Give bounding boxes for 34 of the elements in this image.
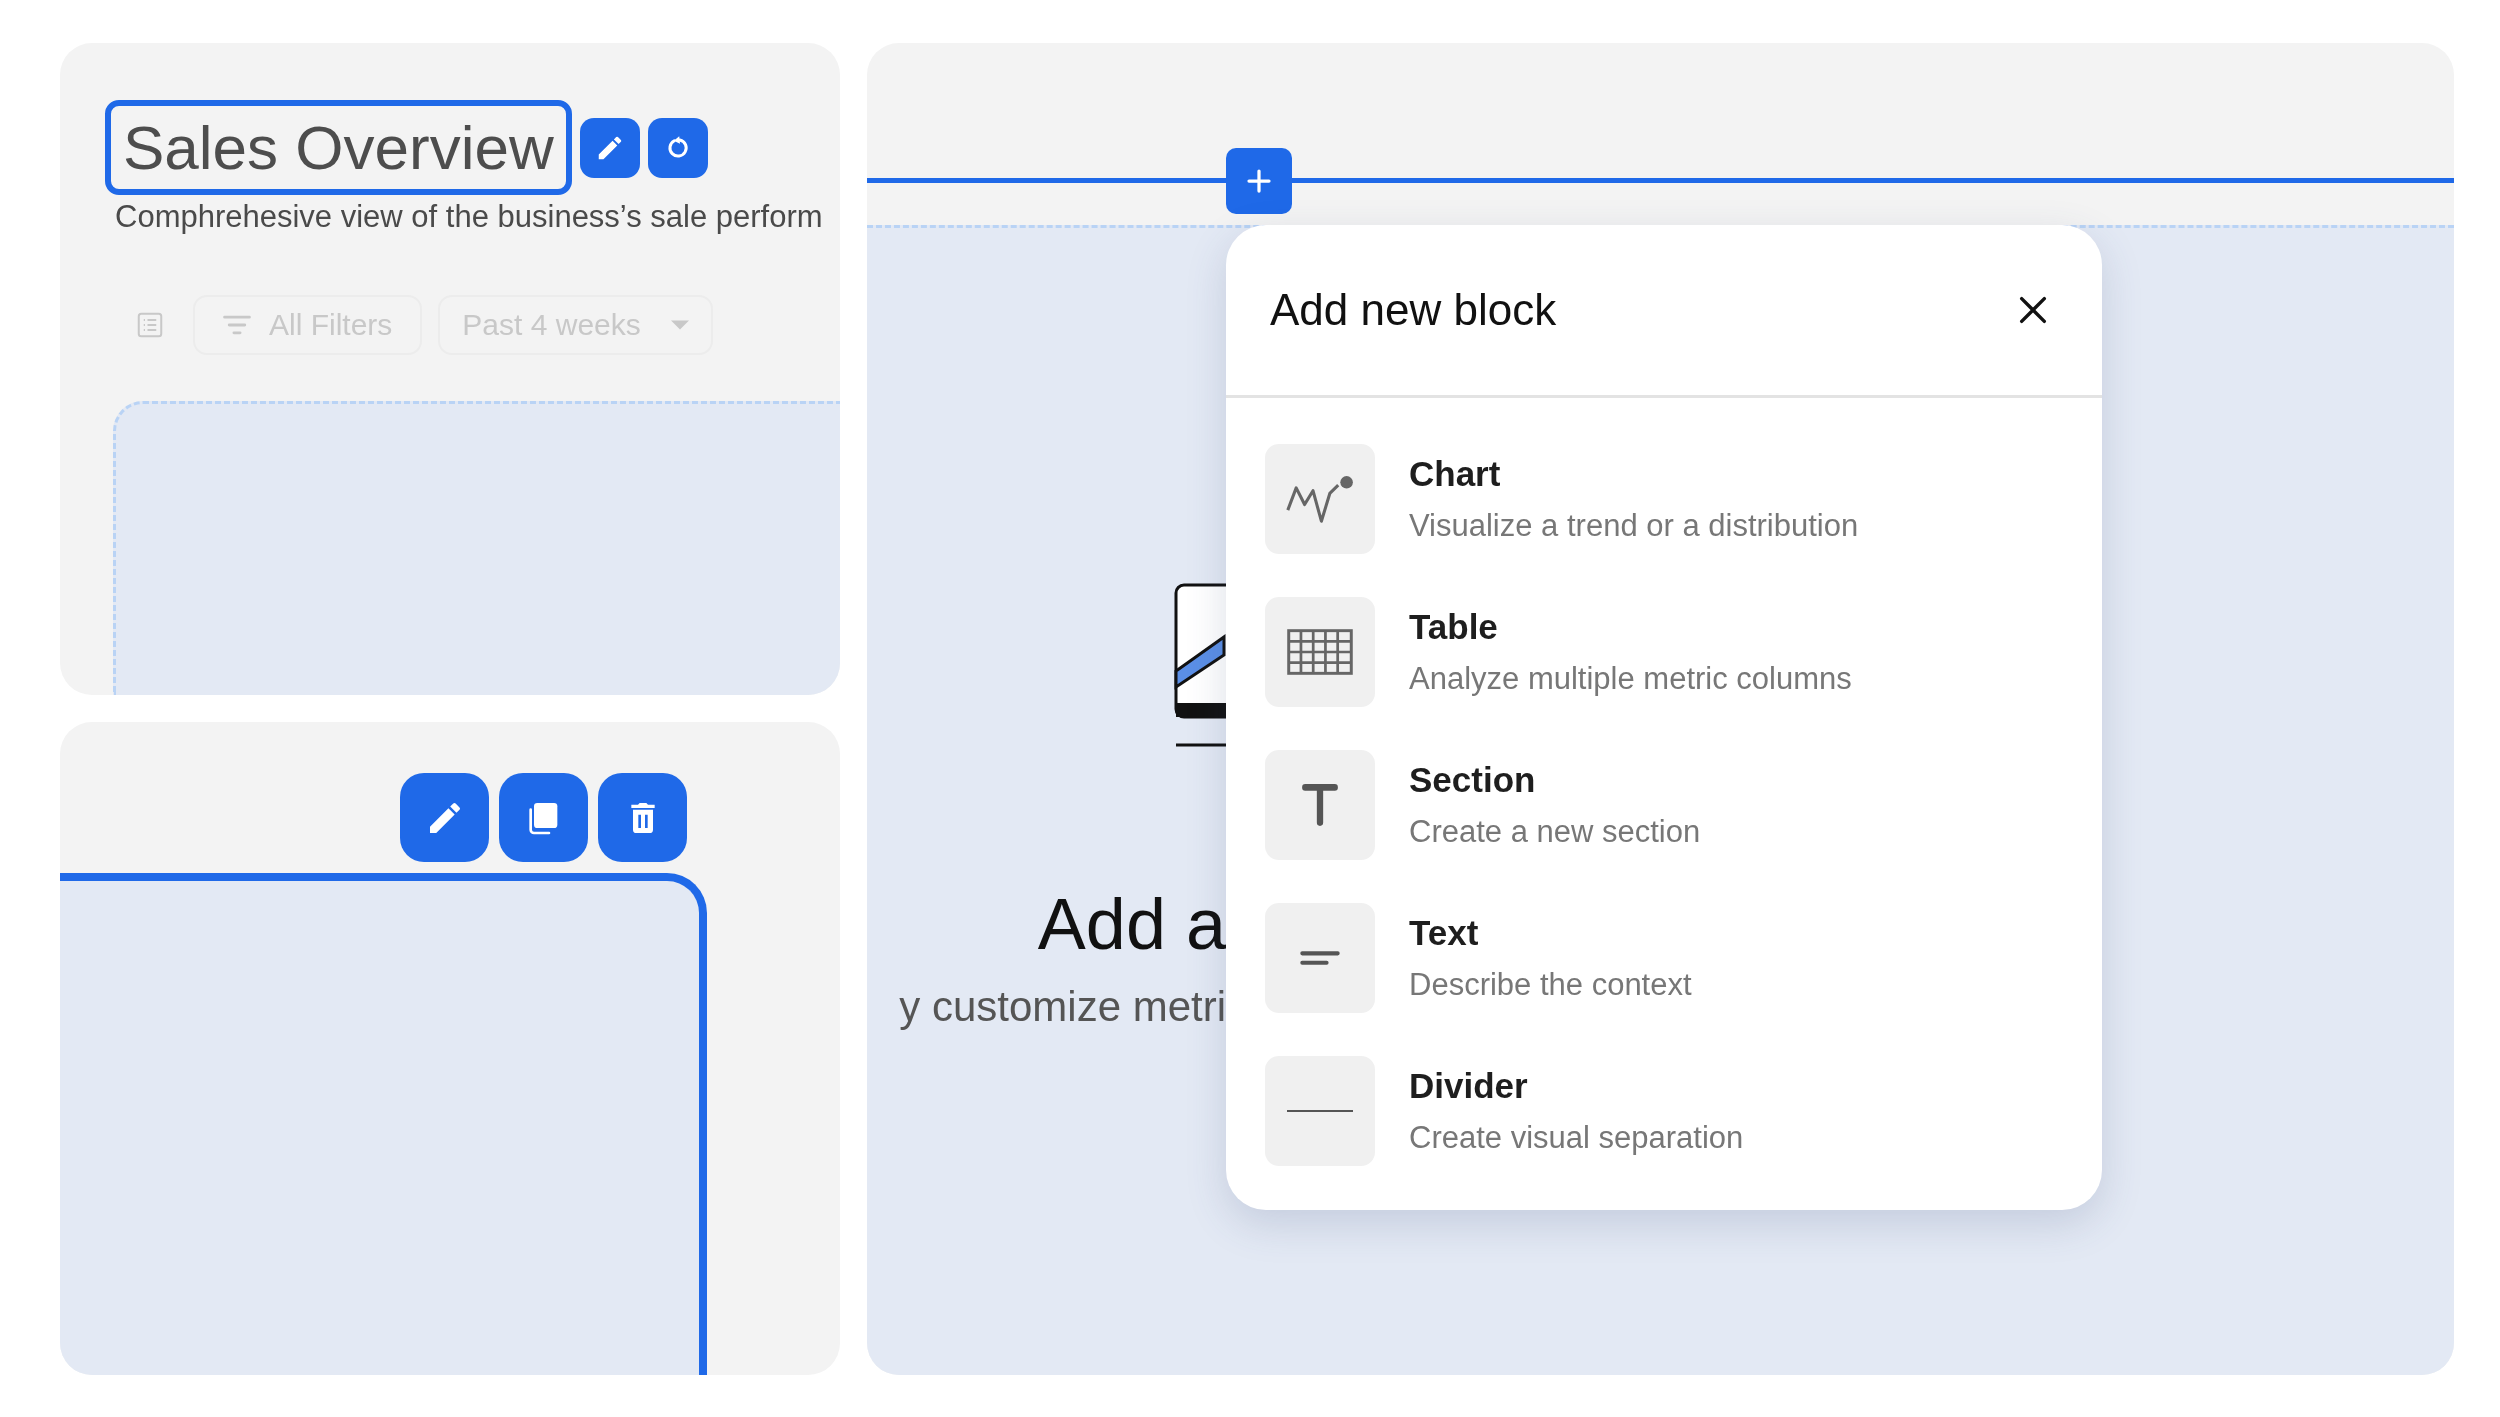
empty-state-description: y customize metri	[899, 983, 1226, 1031]
block-type-description: Create visual separation	[1409, 1120, 1744, 1156]
menu-title: Add new block	[1270, 285, 1557, 335]
duplicate-button[interactable]	[499, 773, 588, 862]
block-type-tile[interactable]	[1265, 903, 1375, 1013]
text-lines-icon	[1300, 951, 1340, 965]
edit-button[interactable]	[400, 773, 489, 862]
block-type-title[interactable]: Text	[1409, 913, 1692, 953]
table-icon	[1286, 628, 1354, 676]
edit-button[interactable]	[579, 117, 640, 178]
empty-state-heading: Add a	[1037, 883, 1226, 965]
delete-button[interactable]	[598, 773, 687, 862]
selected-block[interactable]	[60, 873, 707, 1375]
block-type-tile[interactable]	[1265, 750, 1375, 860]
block-type-tile[interactable]	[1265, 444, 1375, 554]
block-type-title[interactable]: Table	[1409, 607, 1852, 647]
block-type-description: Visualize a trend or a distribution	[1409, 508, 1859, 544]
title-field[interactable]: Sales Overview	[105, 100, 572, 196]
block-type-title[interactable]: Chart	[1409, 454, 1859, 494]
divider-line-icon	[1287, 1109, 1353, 1113]
block-type-title[interactable]: Section	[1409, 760, 1701, 800]
line-chart-icon	[1285, 474, 1355, 524]
dashboard-description: Comphrehesive view of the business’s sale perform	[115, 199, 824, 236]
add-block-button[interactable]	[1226, 148, 1292, 214]
text-t-icon	[1300, 783, 1340, 827]
block-type-title[interactable]: Divider	[1409, 1066, 1744, 1106]
block-type-description: Create a new section	[1409, 814, 1701, 850]
refresh-button[interactable]	[647, 117, 708, 178]
block-type-tile[interactable]	[1265, 1056, 1375, 1166]
block-type-description: Analyze multiple metric columns	[1409, 661, 1852, 697]
block-type-tile[interactable]	[1265, 597, 1375, 707]
block-type-description: Describe the context	[1409, 967, 1692, 1003]
caret-icon	[670, 320, 689, 331]
filter-icon	[223, 315, 251, 336]
